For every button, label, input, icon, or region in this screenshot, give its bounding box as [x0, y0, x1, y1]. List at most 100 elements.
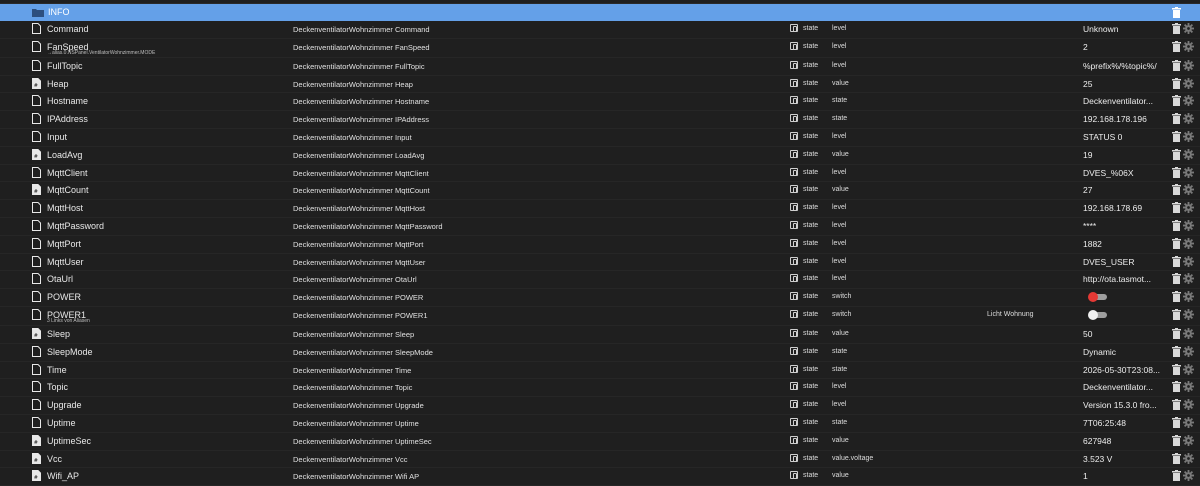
object-value[interactable]: 27	[1083, 185, 1092, 195]
object-value[interactable]: 1	[1083, 471, 1088, 481]
object-value[interactable]: STATUS 0	[1083, 132, 1122, 142]
trash-icon[interactable]	[1172, 416, 1181, 428]
trash-icon[interactable]	[1172, 291, 1181, 303]
trash-icon[interactable]	[1172, 202, 1181, 214]
table-row[interactable]: Topic DeckenventilatorWohnzimmer Topic sta…	[0, 379, 1200, 398]
trash-icon[interactable]	[1172, 470, 1181, 482]
gear-icon[interactable]	[1183, 327, 1194, 339]
object-value[interactable]: 50	[1083, 329, 1092, 339]
trash-icon[interactable]	[1172, 381, 1181, 393]
gear-icon[interactable]	[1183, 184, 1194, 196]
gear-icon[interactable]	[1183, 59, 1194, 71]
object-value[interactable]: Dynamic	[1083, 347, 1116, 357]
gear-icon[interactable]	[1183, 113, 1194, 125]
gear-icon[interactable]	[1183, 77, 1194, 89]
gear-icon[interactable]	[1183, 363, 1194, 375]
table-row[interactable]: FanSpeed →alias.0.NSPanel.VentilatorWohnz…	[0, 39, 1200, 58]
gear-icon[interactable]	[1183, 255, 1194, 267]
trash-icon[interactable]	[1172, 7, 1181, 18]
gear-icon[interactable]	[1183, 166, 1194, 178]
table-row[interactable]: # LoadAvg DeckenventilatorWohnzimmer LoadA…	[0, 147, 1200, 165]
table-row[interactable]: POWER1 3 Links von Aliasen Deckenventilato…	[0, 307, 1200, 326]
trash-icon[interactable]	[1172, 113, 1181, 125]
trash-icon[interactable]	[1172, 40, 1181, 52]
object-value[interactable]: 19	[1083, 150, 1092, 160]
object-value[interactable]: Unknown	[1083, 24, 1118, 34]
trash-icon[interactable]	[1172, 273, 1181, 285]
gear-icon[interactable]	[1183, 416, 1194, 428]
trash-icon[interactable]	[1172, 345, 1181, 357]
table-row[interactable]: Command DeckenventilatorWohnzimmer Comman…	[0, 21, 1200, 39]
table-row[interactable]: MqttClient DeckenventilatorWohnzimmer Mqt…	[0, 165, 1200, 183]
table-row[interactable]: IPAddress DeckenventilatorWohnzimmer IPAd…	[0, 111, 1200, 129]
trash-icon[interactable]	[1172, 95, 1181, 107]
object-value[interactable]: Version 15.3.0 fro...	[1083, 400, 1157, 410]
gear-icon[interactable]	[1183, 23, 1194, 34]
trash-icon[interactable]	[1172, 399, 1181, 411]
table-row[interactable]: # Heap DeckenventilatorWohnzimmer Heap stat…	[0, 76, 1200, 94]
gear-icon[interactable]	[1183, 308, 1194, 320]
object-value[interactable]: DVES_%06X	[1083, 168, 1134, 178]
gear-icon[interactable]	[1183, 40, 1194, 52]
trash-icon[interactable]	[1172, 148, 1181, 160]
trash-icon[interactable]	[1172, 219, 1181, 231]
trash-icon[interactable]	[1172, 77, 1181, 89]
table-row[interactable]: # Wifi_AP DeckenventilatorWohnzimmer Wifi …	[0, 468, 1200, 486]
table-row[interactable]: POWER DeckenventilatorWohnzimmer POWER sta…	[0, 289, 1200, 307]
gear-icon[interactable]	[1183, 291, 1194, 303]
gear-icon[interactable]	[1183, 130, 1194, 142]
table-row[interactable]: # Sleep DeckenventilatorWohnzimmer Sleep st…	[0, 326, 1200, 344]
table-row[interactable]: MqttUser DeckenventilatorWohnzimmer MqttU…	[0, 254, 1200, 272]
gear-icon[interactable]	[1183, 202, 1194, 214]
table-row[interactable]: MqttHost DeckenventilatorWohnzimmer MqttH…	[0, 200, 1200, 218]
object-value[interactable]: 627948	[1083, 436, 1111, 446]
object-value[interactable]: 2	[1083, 42, 1088, 52]
gear-icon[interactable]	[1183, 434, 1194, 446]
object-value[interactable]: %prefix%/%topic%/	[1083, 61, 1157, 71]
object-value[interactable]: 7T06:25:48	[1083, 418, 1126, 428]
table-row[interactable]: MqttPort DeckenventilatorWohnzimmer MqttP…	[0, 236, 1200, 254]
trash-icon[interactable]	[1172, 130, 1181, 142]
trash-icon[interactable]	[1172, 59, 1181, 71]
object-value[interactable]: DVES_USER	[1083, 257, 1135, 267]
table-row[interactable]: Input DeckenventilatorWohnzimmer Input sta…	[0, 129, 1200, 147]
table-row[interactable]: # MqttCount DeckenventilatorWohnzimmer Mqt…	[0, 182, 1200, 201]
table-row[interactable]: OtaUrl DeckenventilatorWohnzimmer OtaUrl s…	[0, 271, 1200, 290]
gear-icon[interactable]	[1183, 381, 1194, 393]
gear-icon[interactable]	[1183, 273, 1194, 285]
gear-icon[interactable]	[1183, 148, 1194, 160]
trash-icon[interactable]	[1172, 308, 1181, 320]
object-value[interactable]: 192.168.178.196	[1083, 114, 1147, 124]
object-value[interactable]: 3.523 V	[1083, 454, 1112, 464]
gear-icon[interactable]	[1183, 452, 1194, 464]
trash-icon[interactable]	[1172, 434, 1181, 446]
table-row[interactable]: # Vcc DeckenventilatorWohnzimmer Vcc state v…	[0, 451, 1200, 469]
table-row[interactable]: Uptime DeckenventilatorWohnzimmer Uptime s…	[0, 415, 1200, 433]
object-value[interactable]: ****	[1083, 221, 1096, 231]
table-row[interactable]: SleepMode DeckenventilatorWohnzimmer Slee…	[0, 344, 1200, 362]
table-row[interactable]: Hostname DeckenventilatorWohnzimmer Hostn…	[0, 93, 1200, 112]
table-row[interactable]: FullTopic DeckenventilatorWohnzimmer Full…	[0, 58, 1200, 76]
trash-icon[interactable]	[1172, 23, 1181, 34]
state-toggle[interactable]	[1088, 309, 1108, 321]
gear-icon[interactable]	[1183, 399, 1194, 411]
object-value[interactable]: 2026-05-30T23:08...	[1083, 365, 1160, 375]
trash-icon[interactable]	[1172, 184, 1181, 196]
object-value[interactable]: 192.168.178.69	[1083, 203, 1142, 213]
object-value[interactable]: Deckenventilator...	[1083, 382, 1153, 392]
gear-icon[interactable]	[1183, 470, 1194, 482]
trash-icon[interactable]	[1172, 327, 1181, 339]
folder-row-info[interactable]: INFO	[0, 4, 1200, 21]
table-row[interactable]: Time DeckenventilatorWohnzimmer Time state…	[0, 362, 1200, 380]
table-row[interactable]: Upgrade DeckenventilatorWohnzimmer Upgrad…	[0, 397, 1200, 415]
object-value[interactable]: 1882	[1083, 239, 1102, 249]
trash-icon[interactable]	[1172, 166, 1181, 178]
object-value[interactable]: 25	[1083, 79, 1092, 89]
gear-icon[interactable]	[1183, 237, 1194, 249]
table-row[interactable]: # UptimeSec DeckenventilatorWohnzimmer Upt…	[0, 433, 1200, 451]
trash-icon[interactable]	[1172, 255, 1181, 267]
gear-icon[interactable]	[1183, 95, 1194, 107]
trash-icon[interactable]	[1172, 363, 1181, 375]
object-value[interactable]: Deckenventilator...	[1083, 96, 1153, 106]
trash-icon[interactable]	[1172, 452, 1181, 464]
